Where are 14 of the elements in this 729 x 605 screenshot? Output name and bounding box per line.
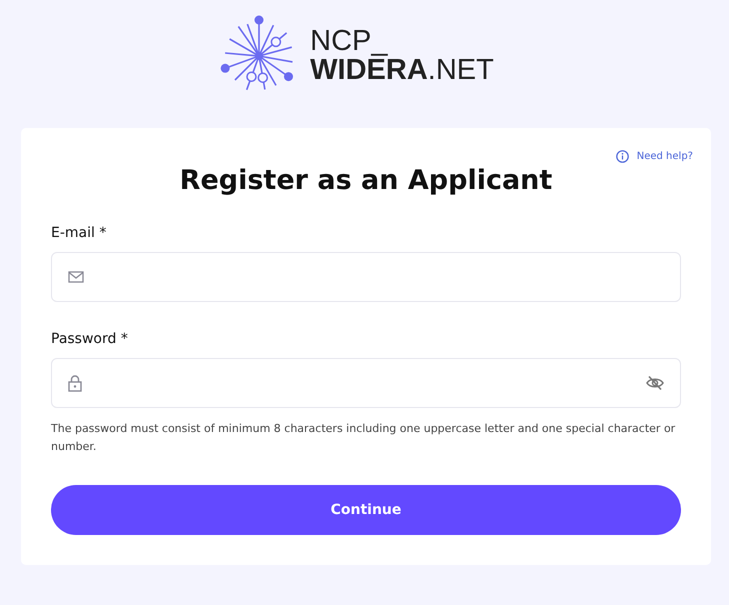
info-icon <box>616 150 629 162</box>
password-hint: The password must consist of minimum 8 characters including one uppercase letter and one special character or number. <box>51 421 676 455</box>
input-field[interactable] <box>51 358 681 408</box>
logo-text: NCP_ <box>310 27 389 56</box>
page-title: Register as an Applicant <box>180 164 552 198</box>
mail-icon <box>68 271 84 283</box>
field-label: E-mail * <box>51 224 108 242</box>
logo-text: WIDERA.NET <box>310 56 494 85</box>
input-field[interactable] <box>51 252 681 302</box>
eye-slash-icon[interactable] <box>646 375 664 391</box>
continue-button[interactable]: Continue <box>51 485 681 535</box>
help-link[interactable]: Need help? <box>616 148 693 164</box>
field-label: Password * <box>51 330 129 348</box>
lock-icon <box>68 374 82 392</box>
